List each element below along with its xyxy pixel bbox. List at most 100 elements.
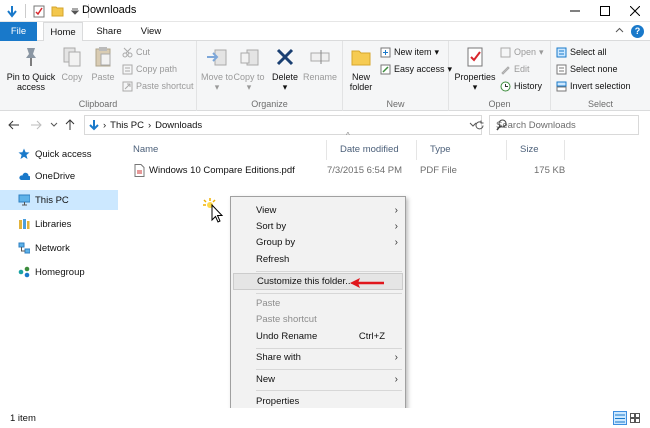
pin-quick-access-button[interactable]: Pin to Quick access <box>3 45 59 92</box>
history-button[interactable]: History <box>499 79 542 93</box>
tab-home[interactable]: Home <box>43 22 83 42</box>
delete-x-icon <box>272 45 298 69</box>
address-bar[interactable]: › This PC › Downloads <box>84 115 482 135</box>
copy-to-button[interactable]: Copy to ▾ <box>233 45 265 92</box>
move-to-button[interactable]: Move to ▾ <box>201 45 233 92</box>
menu-item-refresh[interactable]: Refresh <box>233 251 403 268</box>
sort-up-icon: ^ <box>346 131 350 140</box>
breadcrumb-separator-icon[interactable]: › <box>148 120 151 131</box>
network-icon <box>18 242 30 254</box>
close-button[interactable] <box>620 0 650 22</box>
menu-item-label: Properties <box>256 396 300 407</box>
select-all-label: Select all <box>570 47 607 57</box>
copy-label: Copy <box>61 72 83 82</box>
customize-toolbar-icon[interactable] <box>67 3 83 19</box>
delete-button[interactable]: Delete ▾ <box>269 45 301 92</box>
tab-share[interactable]: Share <box>90 22 128 41</box>
nav-item-network[interactable]: Network <box>0 238 118 258</box>
cut-button[interactable]: Cut <box>121 45 150 59</box>
tab-file[interactable]: File <box>0 22 37 41</box>
down-arrow-icon[interactable] <box>4 3 20 19</box>
menu-item-paste-shortcut[interactable]: Paste shortcut <box>233 311 403 328</box>
edit-button[interactable]: Edit <box>499 62 530 76</box>
clipboard-group-label: Clipboard <box>78 99 118 109</box>
nav-item-quick-access[interactable]: Quick access <box>0 144 118 164</box>
copy-to-label: Copy to <box>233 72 265 82</box>
breadcrumb-separator-icon[interactable]: › <box>103 120 106 131</box>
copy-path-button[interactable]: Copy path <box>121 62 177 76</box>
item-count: 1 item <box>10 413 36 424</box>
menu-item-group-by[interactable]: Group by › <box>233 234 403 251</box>
breadcrumb-downloads[interactable]: Downloads <box>155 120 202 131</box>
menu-item-label: Refresh <box>256 254 290 265</box>
window-title: Downloads <box>82 4 137 16</box>
organize-group: Move to ▾ Copy to ▾ Delete ▾ Rename Orga… <box>197 41 343 111</box>
scissors-icon <box>121 46 133 58</box>
up-button[interactable] <box>62 117 78 133</box>
search-icon[interactable] <box>496 119 633 134</box>
large-icons-view-icon[interactable] <box>628 411 642 425</box>
properties-button[interactable]: Properties ▾ <box>451 45 499 92</box>
ribbon-tab-bar: File Home Share View ? <box>0 22 650 42</box>
navigation-pane: Quick access OneDrive This PC Libraries … <box>0 138 120 408</box>
tab-view[interactable]: View <box>135 22 167 41</box>
new-item-label: New item <box>394 47 432 57</box>
menu-item-undo-rename[interactable]: Undo Rename Ctrl+Z <box>233 328 403 345</box>
invert-selection-button[interactable]: Invert selection <box>555 79 631 93</box>
menu-item-new[interactable]: New › <box>233 371 403 388</box>
menu-item-view[interactable]: View › <box>233 202 403 219</box>
column-header-type[interactable]: Type <box>417 140 507 160</box>
chevron-right-icon: › <box>394 237 398 248</box>
paste-icon <box>90 45 116 69</box>
breadcrumb-this-pc[interactable]: This PC <box>110 120 144 131</box>
new-item-button[interactable]: New item ▾ <box>379 45 439 59</box>
window-controls <box>560 0 650 22</box>
column-header-name[interactable]: Name <box>120 140 327 160</box>
new-folder-button[interactable]: New folder <box>345 45 377 92</box>
menu-item-paste[interactable]: Paste <box>233 295 403 312</box>
delete-label: Delete <box>271 72 298 82</box>
forward-button[interactable] <box>28 117 44 133</box>
help-icon[interactable]: ? <box>631 25 644 38</box>
properties-check-icon[interactable] <box>31 3 47 19</box>
invert-selection-label: Invert selection <box>570 81 631 91</box>
details-view-icon[interactable] <box>613 411 627 425</box>
search-input[interactable]: Search Downloads <box>489 115 639 135</box>
column-header-size[interactable]: Size <box>507 140 565 160</box>
new-folder-icon[interactable] <box>49 3 65 19</box>
open-button[interactable]: Open ▾ <box>499 45 544 59</box>
select-none-button[interactable]: Select none <box>555 62 618 76</box>
refresh-icon[interactable] <box>470 115 488 135</box>
back-button[interactable] <box>6 117 22 133</box>
select-all-button[interactable]: Select all <box>555 45 607 59</box>
menu-divider <box>256 369 402 370</box>
organize-group-label: Organize <box>251 99 288 109</box>
nav-item-onedrive[interactable]: OneDrive <box>0 166 118 186</box>
easy-access-button[interactable]: Easy access ▾ <box>379 62 452 76</box>
maximize-button[interactable] <box>590 0 620 22</box>
properties-check-icon <box>462 45 488 69</box>
menu-item-sort-by[interactable]: Sort by › <box>233 218 403 235</box>
table-row[interactable]: Windows 10 Compare Editions.pdf 7/3/2015… <box>134 162 574 180</box>
computer-icon <box>18 194 30 206</box>
chevron-up-icon[interactable] <box>615 26 624 38</box>
rename-button[interactable]: Rename <box>301 45 339 82</box>
paste-shortcut-button[interactable]: Paste shortcut <box>121 79 194 93</box>
nav-item-this-pc[interactable]: This PC <box>0 190 118 210</box>
quick-access-toolbar <box>4 3 92 19</box>
menu-item-share-with[interactable]: Share with › <box>233 349 403 366</box>
paste-button[interactable]: Paste <box>88 45 118 82</box>
menu-item-label: Paste <box>256 298 281 309</box>
file-name: Windows 10 Compare Editions.pdf <box>149 165 295 176</box>
shortcut-icon <box>121 80 133 92</box>
minimize-button[interactable] <box>560 0 590 22</box>
recent-locations-button[interactable] <box>46 117 62 133</box>
history-clock-icon <box>499 80 511 92</box>
menu-item-label: Sort by <box>256 221 287 232</box>
copy-button[interactable]: Copy <box>58 45 86 82</box>
nav-item-homegroup[interactable]: Homegroup <box>0 262 118 282</box>
nav-item-libraries[interactable]: Libraries <box>0 214 118 234</box>
new-folder-label: New folder <box>349 72 373 92</box>
new-item-icon <box>379 46 391 58</box>
column-header-date-modified[interactable]: Date modified <box>327 140 417 160</box>
